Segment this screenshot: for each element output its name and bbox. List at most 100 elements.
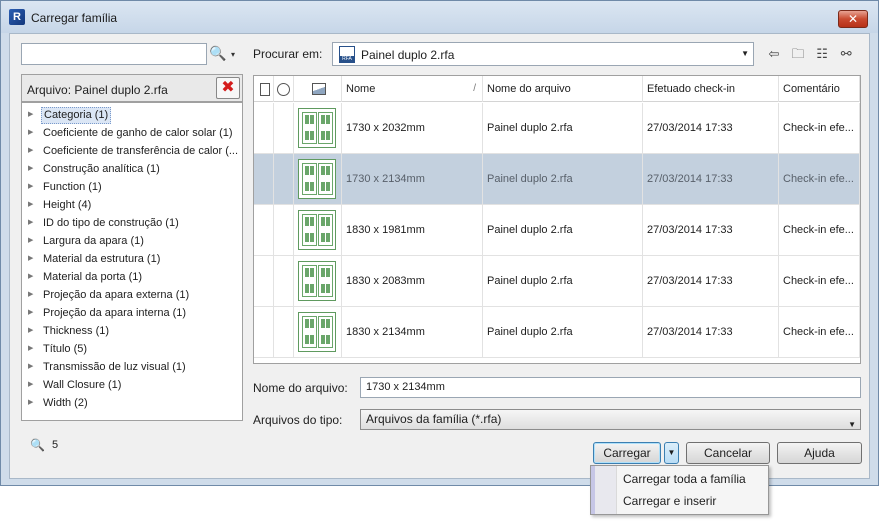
preview-cell xyxy=(294,154,342,204)
table-row[interactable]: 1730 x 2134mm Painel duplo 2.rfa 27/03/201… xyxy=(254,154,860,205)
table-row[interactable]: 1730 x 2032mm Painel duplo 2.rfa 27/03/201… xyxy=(254,103,860,154)
checkin-cell: 27/03/2014 17:33 xyxy=(643,103,779,153)
expand-arrow-icon[interactable]: ▶ xyxy=(28,232,33,250)
expand-arrow-icon[interactable]: ▶ xyxy=(28,196,33,214)
search-input[interactable] xyxy=(21,43,207,65)
column-header-checkin[interactable]: Efetuado check-in xyxy=(643,76,779,102)
file-name-label: Nome do arquivo: xyxy=(253,381,348,395)
menu-item-load-entire-family[interactable]: Carregar toda a família xyxy=(623,469,746,489)
blank-cell xyxy=(274,256,294,306)
tree-item-label: Width (2) xyxy=(43,397,88,409)
tree-item[interactable]: ▶ Coeficiente de ganho de calor solar (1) xyxy=(22,124,242,142)
expand-arrow-icon[interactable]: ▶ xyxy=(28,376,33,394)
file-name-cell: Painel duplo 2.rfa xyxy=(483,256,643,306)
file-filter: Arquivo: Painel duplo 2.rfa ✖ xyxy=(21,74,243,102)
search-button[interactable]: 🔍 ▾ xyxy=(207,43,241,65)
table-row[interactable]: 1830 x 2083mm Painel duplo 2.rfa 27/03/201… xyxy=(254,256,860,307)
table-row[interactable]: 1830 x 2134mm Painel duplo 2.rfa 27/03/201… xyxy=(254,307,860,358)
tree-item-label: Título (5) xyxy=(43,343,88,355)
checkin-cell: 27/03/2014 17:33 xyxy=(643,307,779,357)
menu-item-load-and-place[interactable]: Carregar e inserir xyxy=(623,491,716,511)
type-name-cell: 1730 x 2032mm xyxy=(342,103,483,153)
blank-cell xyxy=(274,205,294,255)
title-bar[interactable]: R Carregar família ✕ xyxy=(1,1,878,33)
chevron-down-icon: ▾ xyxy=(231,50,236,59)
file-type-value: Arquivos da família (*.rfa) xyxy=(366,412,502,426)
column-header-preview[interactable] xyxy=(294,76,342,102)
expand-arrow-icon[interactable]: ▶ xyxy=(28,358,33,376)
expand-arrow-icon[interactable]: ▶ xyxy=(28,124,33,142)
expand-arrow-icon[interactable]: ▶ xyxy=(28,304,33,322)
tree-item-label: Thickness (1) xyxy=(43,325,110,337)
tree-item[interactable]: ▶ Categoria (1) xyxy=(22,106,242,124)
view-options-icon[interactable]: ☷ xyxy=(812,44,832,64)
tree-item[interactable]: ▶ Projeção da apara externa (1) xyxy=(22,286,242,304)
blank-cell xyxy=(254,256,274,306)
expand-arrow-icon[interactable]: ▶ xyxy=(28,160,33,178)
tree-item[interactable]: ▶ Projeção da apara interna (1) xyxy=(22,304,242,322)
look-in-dropdown[interactable]: RFA Painel duplo 2.rfa ▼ xyxy=(332,42,754,66)
checkin-cell: 27/03/2014 17:33 xyxy=(643,256,779,306)
comment-cell: Check-in efe... xyxy=(779,205,860,255)
close-button[interactable]: ✕ xyxy=(838,10,868,28)
help-button[interactable]: Ajuda xyxy=(777,442,862,464)
file-name-input[interactable]: 1730 x 2134mm xyxy=(360,377,861,398)
expand-arrow-icon[interactable]: ▶ xyxy=(28,142,33,160)
expand-arrow-icon[interactable]: ▶ xyxy=(28,106,33,124)
preview-cell xyxy=(294,256,342,306)
column-header-filename[interactable]: Nome do arquivo xyxy=(483,76,643,102)
family-types-table: Nome / Nome do arquivo Efetuado check-in … xyxy=(253,75,861,364)
back-arrow-icon[interactable]: ⇦ xyxy=(764,44,784,64)
cancel-button[interactable]: Cancelar xyxy=(686,442,770,464)
tree-item[interactable]: ▶ Título (5) xyxy=(22,340,242,358)
parameter-tree[interactable]: ▶ Categoria (1) ▶ Coeficiente de ganho de c… xyxy=(21,102,243,421)
tree-item[interactable]: ▶ Thickness (1) xyxy=(22,322,242,340)
tree-item[interactable]: ▶ Wall Closure (1) xyxy=(22,376,242,394)
expand-arrow-icon[interactable]: ▶ xyxy=(28,340,33,358)
expand-arrow-icon[interactable]: ▶ xyxy=(28,250,33,268)
tree-item[interactable]: ▶ Function (1) xyxy=(22,178,242,196)
tree-item[interactable]: ▶ Transmissão de luz visual (1) xyxy=(22,358,242,376)
rfa-file-icon: RFA xyxy=(339,46,355,63)
checkin-cell: 27/03/2014 17:33 xyxy=(643,205,779,255)
load-options-dropdown-button[interactable]: ▼ xyxy=(664,442,679,464)
binoculars-icon[interactable]: ⚯ xyxy=(836,44,856,64)
tree-item[interactable]: ▶ Material da estrutura (1) xyxy=(22,250,242,268)
blank-cell xyxy=(254,103,274,153)
chevron-down-icon: ▼ xyxy=(848,420,856,429)
tree-item[interactable]: ▶ Largura da apara (1) xyxy=(22,232,242,250)
clear-filter-button[interactable]: ✖ xyxy=(216,77,240,99)
file-name-cell: Painel duplo 2.rfa xyxy=(483,154,643,204)
blank-cell xyxy=(274,154,294,204)
column-header-status[interactable] xyxy=(274,76,294,102)
expand-arrow-icon[interactable]: ▶ xyxy=(28,322,33,340)
tree-item[interactable]: ▶ Width (2) xyxy=(22,394,242,412)
column-header-doc[interactable] xyxy=(254,76,274,102)
expand-arrow-icon[interactable]: ▶ xyxy=(28,286,33,304)
blank-cell xyxy=(254,205,274,255)
chevron-down-icon: ▼ xyxy=(741,49,749,58)
file-type-dropdown[interactable]: Arquivos da família (*.rfa) ▼ xyxy=(360,409,861,430)
column-header-name[interactable]: Nome / xyxy=(342,76,483,102)
file-name-cell: Painel duplo 2.rfa xyxy=(483,307,643,357)
preview-cell xyxy=(294,205,342,255)
expand-arrow-icon[interactable]: ▶ xyxy=(28,178,33,196)
expand-arrow-icon[interactable]: ▶ xyxy=(28,268,33,286)
tree-item[interactable]: ▶ Construção analítica (1) xyxy=(22,160,242,178)
tree-item[interactable]: ▶ Height (4) xyxy=(22,196,242,214)
table-row[interactable]: 1830 x 1981mm Painel duplo 2.rfa 27/03/201… xyxy=(254,205,860,256)
comment-cell: Check-in efe... xyxy=(779,154,860,204)
tree-item[interactable]: ▶ Material da porta (1) xyxy=(22,268,242,286)
tree-item[interactable]: ▶ Coeficiente de transferência de calor (… xyxy=(22,142,242,160)
tree-item-label: Largura da apara (1) xyxy=(43,235,144,247)
load-family-dialog: R Carregar família ✕ 🔍 ▾ Arquivo: Painel… xyxy=(0,0,879,486)
tree-item[interactable]: ▶ ID do tipo de construção (1) xyxy=(22,214,242,232)
expand-arrow-icon[interactable]: ▶ xyxy=(28,214,33,232)
window-title: Carregar família xyxy=(31,11,118,25)
comment-cell: Check-in efe... xyxy=(779,307,860,357)
blank-cell xyxy=(254,307,274,357)
folder-up-icon[interactable]: 🗀 xyxy=(788,44,808,64)
load-button[interactable]: Carregar xyxy=(593,442,661,464)
expand-arrow-icon[interactable]: ▶ xyxy=(28,394,33,412)
column-header-comment[interactable]: Comentário xyxy=(779,76,860,102)
